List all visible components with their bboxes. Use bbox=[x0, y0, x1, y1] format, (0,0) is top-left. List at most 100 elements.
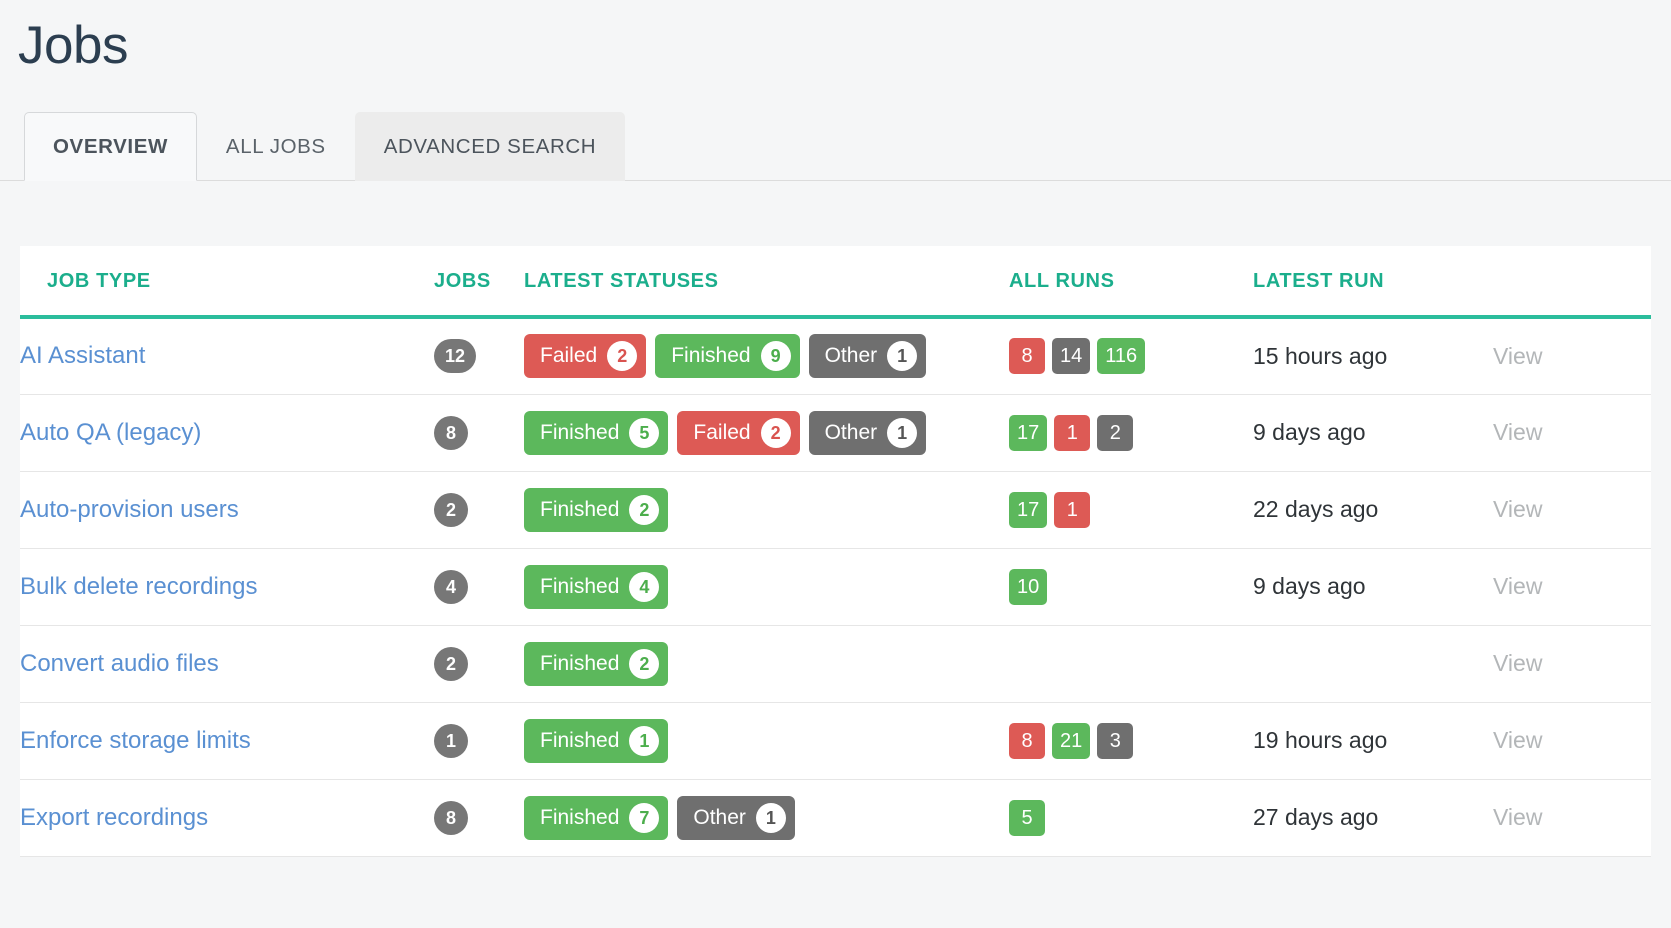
run-chip-gray[interactable]: 3 bbox=[1097, 722, 1134, 759]
job-type-link[interactable]: Enforce storage limits bbox=[20, 727, 251, 754]
run-chip-green[interactable]: 21 bbox=[1052, 722, 1091, 759]
cell-all-runs: 10 bbox=[1009, 548, 1253, 626]
job-type-link[interactable]: Convert audio files bbox=[20, 650, 219, 677]
status-badge-other[interactable]: Other 1 bbox=[677, 795, 795, 840]
jobs-count-badge: 12 bbox=[434, 339, 477, 374]
view-link[interactable]: View bbox=[1493, 496, 1542, 522]
run-chip-red[interactable]: 8 bbox=[1009, 338, 1045, 375]
jobs-page: Jobs OVERVIEW ALL JOBS ADVANCED SEARCH JOB… bbox=[0, 0, 1671, 928]
jobs-count-badge: 2 bbox=[434, 492, 468, 527]
status-badge-other[interactable]: Other 1 bbox=[808, 334, 927, 379]
table-row: AI Assistant 12 Failed 2 Finished 9 Other 1 8 14 1… bbox=[20, 317, 1651, 395]
run-chip-green[interactable]: 116 bbox=[1097, 338, 1146, 375]
status-badge-finished[interactable]: Finished 9 bbox=[655, 334, 800, 379]
status-badge-label: Finished bbox=[671, 344, 751, 368]
status-badge-finished[interactable]: Finished 2 bbox=[524, 641, 669, 686]
table-row: Auto QA (legacy) 8 Finished 5 Failed 2 Other 1 1… bbox=[20, 394, 1651, 472]
cell-all-runs: 8 14 116 bbox=[1009, 317, 1253, 395]
status-badge-count: 2 bbox=[629, 648, 660, 679]
run-chip-green[interactable]: 5 bbox=[1009, 799, 1045, 836]
status-badge-list: Finished 1 bbox=[524, 718, 1009, 763]
cell-latest-statuses: Finished 5 Failed 2 Other 1 bbox=[524, 394, 1009, 472]
job-type-link[interactable]: Export recordings bbox=[20, 804, 208, 831]
status-badge-count: 5 bbox=[629, 417, 660, 448]
tab-bar: OVERVIEW ALL JOBS ADVANCED SEARCH bbox=[0, 111, 1671, 181]
view-link[interactable]: View bbox=[1493, 419, 1542, 445]
status-badge-count: 4 bbox=[629, 571, 660, 602]
cell-job-type: Bulk delete recordings bbox=[20, 548, 434, 626]
cell-action: View bbox=[1493, 317, 1651, 395]
cell-all-runs: 17 1 2 bbox=[1009, 394, 1253, 472]
status-badge-finished[interactable]: Finished 4 bbox=[524, 564, 669, 609]
status-badge-label: Failed bbox=[540, 344, 598, 368]
all-runs-chip-list: 8 21 3 bbox=[1009, 722, 1253, 759]
job-type-link[interactable]: Bulk delete recordings bbox=[20, 573, 257, 600]
status-badge-finished[interactable]: Finished 1 bbox=[524, 718, 669, 763]
jobs-table-body: AI Assistant 12 Failed 2 Finished 9 Other 1 8 14 1… bbox=[20, 317, 1651, 857]
run-chip-red[interactable]: 8 bbox=[1009, 722, 1045, 759]
status-badge-label: Other bbox=[824, 420, 878, 444]
status-badge-list: Finished 2 bbox=[524, 487, 1009, 532]
status-badge-finished[interactable]: Finished 2 bbox=[524, 487, 669, 532]
job-type-link[interactable]: Auto QA (legacy) bbox=[20, 419, 201, 446]
tab-label: OVERVIEW bbox=[53, 134, 168, 158]
run-chip-green[interactable]: 17 bbox=[1009, 414, 1048, 451]
job-type-link[interactable]: Auto-provision users bbox=[20, 496, 239, 523]
cell-action: View bbox=[1493, 394, 1651, 472]
tab-label: ADVANCED SEARCH bbox=[383, 134, 597, 158]
status-badge-finished[interactable]: Finished 7 bbox=[524, 795, 669, 840]
run-chip-green[interactable]: 17 bbox=[1009, 491, 1048, 528]
cell-jobs-count: 8 bbox=[434, 779, 524, 857]
cell-job-type: Auto-provision users bbox=[20, 471, 434, 549]
latest-run-timestamp: 22 days ago bbox=[1253, 496, 1379, 522]
status-badge-count: 1 bbox=[887, 341, 918, 372]
cell-all-runs: 8 21 3 bbox=[1009, 702, 1253, 780]
view-link[interactable]: View bbox=[1493, 650, 1542, 676]
view-link[interactable]: View bbox=[1493, 343, 1542, 369]
status-badge-failed[interactable]: Failed 2 bbox=[524, 334, 647, 379]
table-row: Bulk delete recordings 4 Finished 4 10 9 days… bbox=[20, 548, 1651, 626]
run-chip-red[interactable]: 1 bbox=[1054, 414, 1091, 451]
tab-all-jobs[interactable]: ALL JOBS bbox=[197, 112, 355, 181]
cell-jobs-count: 8 bbox=[434, 394, 524, 472]
status-badge-failed[interactable]: Failed 2 bbox=[677, 410, 800, 455]
cell-latest-statuses: Finished 7 Other 1 bbox=[524, 779, 1009, 857]
status-badge-other[interactable]: Other 1 bbox=[808, 410, 927, 455]
status-badge-label: Finished bbox=[540, 651, 620, 675]
status-badge-finished[interactable]: Finished 5 bbox=[524, 410, 669, 455]
all-runs-chip-list: 17 1 bbox=[1009, 491, 1253, 528]
job-type-link[interactable]: AI Assistant bbox=[20, 342, 145, 369]
status-badge-count: 9 bbox=[760, 341, 791, 372]
header-row: JOB TYPE JOBS LATEST STATUSES ALL RUNS L… bbox=[20, 246, 1651, 319]
latest-run-timestamp: 9 days ago bbox=[1253, 419, 1366, 445]
jobs-table: JOB TYPE JOBS LATEST STATUSES ALL RUNS L… bbox=[20, 246, 1651, 857]
view-link[interactable]: View bbox=[1493, 573, 1542, 599]
status-badge-label: Failed bbox=[693, 420, 751, 444]
status-badge-count: 1 bbox=[629, 725, 660, 756]
all-runs-chip-list: 17 1 2 bbox=[1009, 414, 1253, 451]
run-chip-gray[interactable]: 2 bbox=[1097, 414, 1134, 451]
latest-run-timestamp: 19 hours ago bbox=[1253, 727, 1388, 753]
view-link[interactable]: View bbox=[1493, 727, 1542, 753]
cell-job-type: Enforce storage limits bbox=[20, 702, 434, 780]
cell-all-runs: 5 bbox=[1009, 779, 1253, 857]
status-badge-list: Finished 2 bbox=[524, 641, 1009, 686]
cell-latest-statuses: Finished 2 bbox=[524, 471, 1009, 549]
all-runs-chip-list: 10 bbox=[1009, 568, 1253, 605]
tab-advanced-search[interactable]: ADVANCED SEARCH bbox=[354, 112, 626, 181]
column-header-latest-run: LATEST RUN bbox=[1253, 246, 1493, 319]
jobs-count-badge: 8 bbox=[434, 415, 468, 450]
status-badge-label: Finished bbox=[540, 497, 620, 521]
cell-action: View bbox=[1493, 625, 1651, 703]
run-chip-green[interactable]: 10 bbox=[1009, 568, 1048, 605]
table-row: Enforce storage limits 1 Finished 1 8 21 3 19 h… bbox=[20, 702, 1651, 780]
cell-latest-statuses: Failed 2 Finished 9 Other 1 bbox=[524, 317, 1009, 395]
view-link[interactable]: View bbox=[1493, 804, 1542, 830]
run-chip-red[interactable]: 1 bbox=[1054, 491, 1091, 528]
run-chip-gray[interactable]: 14 bbox=[1052, 338, 1091, 375]
tab-overview[interactable]: OVERVIEW bbox=[24, 112, 197, 181]
latest-run-timestamp: 15 hours ago bbox=[1253, 342, 1388, 369]
tab-label: ALL JOBS bbox=[225, 134, 326, 158]
cell-all-runs: 17 1 bbox=[1009, 471, 1253, 549]
cell-latest-run: 9 days ago bbox=[1253, 394, 1493, 472]
